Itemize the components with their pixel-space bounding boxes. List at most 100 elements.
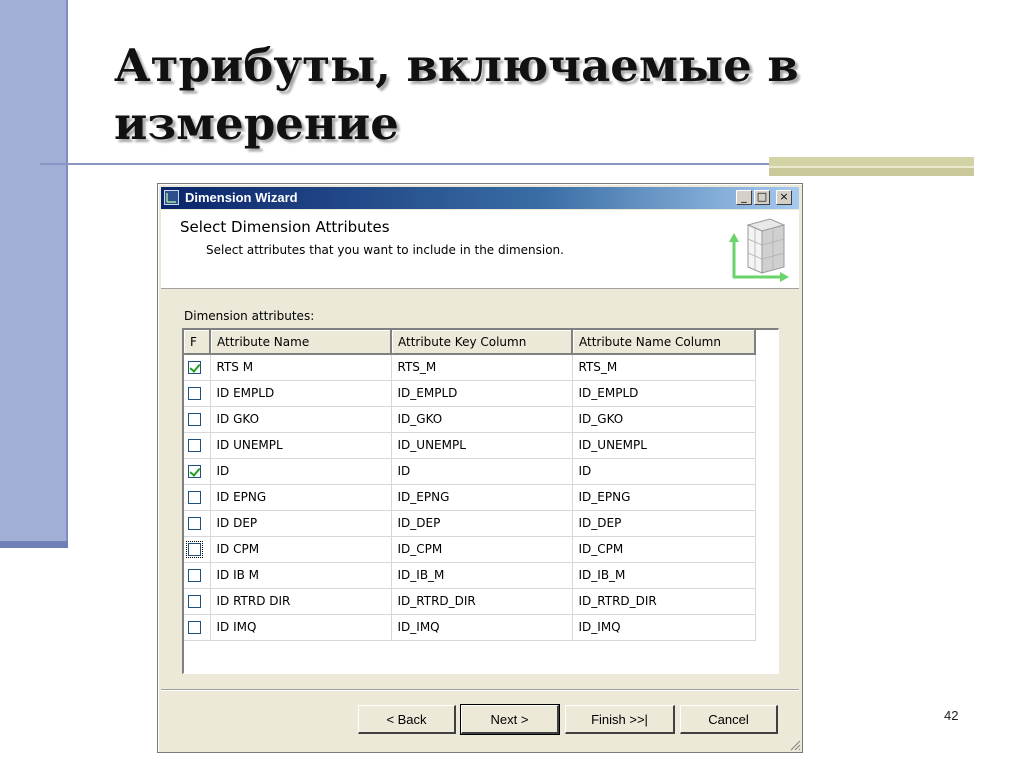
include-checkbox[interactable] [188, 595, 201, 608]
include-cell [184, 536, 211, 563]
cancel-button[interactable]: Cancel [680, 705, 778, 734]
button-separator [161, 689, 799, 691]
attribute-name-column-cell[interactable]: ID_DEP [572, 510, 756, 537]
attribute-name-column-cell[interactable]: ID_EPNG [572, 484, 756, 511]
include-checkbox[interactable] [188, 491, 201, 504]
include-cell [184, 380, 211, 407]
grid-header-row: F Attribute Name Attribute Key Column At… [184, 330, 756, 355]
table-row[interactable]: ID RTRD DIR ID_RTRD_DIR ID_RTRD_DIR [184, 588, 756, 615]
include-cell [184, 484, 211, 511]
title-bar[interactable]: Dimension Wizard _ □ × [161, 187, 799, 209]
close-button[interactable]: × [776, 190, 792, 205]
attribute-name-cell[interactable]: ID GKO [210, 406, 392, 433]
attribute-name-cell[interactable]: ID IB M [210, 562, 392, 589]
attribute-key-column-cell[interactable]: ID_UNEMPL [391, 432, 573, 459]
slide-title-line-2: измерение [114, 97, 399, 150]
attribute-name-column-cell[interactable]: ID_CPM [572, 536, 756, 563]
include-cell [184, 588, 211, 615]
table-row[interactable]: ID EMPLD ID_EMPLD ID_EMPLD [184, 380, 756, 407]
attribute-key-column-cell[interactable]: ID_CPM [391, 536, 573, 563]
attribute-name-cell[interactable]: ID DEP [210, 510, 392, 537]
attribute-key-column-cell[interactable]: ID_GKO [391, 406, 573, 433]
attribute-key-column-cell[interactable]: ID_EMPLD [391, 380, 573, 407]
wizard-step-title: Select Dimension Attributes [180, 218, 390, 236]
table-row[interactable]: RTS M RTS_M RTS_M [184, 354, 756, 381]
attribute-name-cell[interactable]: ID [210, 458, 392, 485]
grid-body: RTS M RTS_M RTS_M ID EMPLD ID_EMPLD ID_EMPLD I… [184, 354, 756, 641]
include-checkbox[interactable] [188, 439, 201, 452]
include-checkbox[interactable] [188, 361, 201, 375]
attribute-name-cell[interactable]: ID CPM [210, 536, 392, 563]
include-checkbox[interactable] [188, 413, 201, 426]
include-cell [184, 562, 211, 589]
attribute-name-column-column-header[interactable]: Attribute Name Column [572, 330, 756, 355]
maximize-button[interactable]: □ [754, 190, 770, 205]
include-checkbox[interactable] [188, 465, 201, 478]
attribute-key-column-cell[interactable]: ID_RTRD_DIR [391, 588, 573, 615]
wizard-app-icon [164, 190, 179, 205]
attribute-name-column-cell[interactable]: RTS_M [572, 354, 756, 381]
include-cell [184, 432, 211, 459]
attribute-name-cell[interactable]: ID EMPLD [210, 380, 392, 407]
attribute-key-column-cell[interactable]: ID_DEP [391, 510, 573, 537]
attribute-key-column-cell[interactable]: ID_EPNG [391, 484, 573, 511]
include-checkbox[interactable] [186, 541, 203, 558]
table-row[interactable]: ID IMQ ID_IMQ ID_IMQ [184, 614, 756, 641]
attribute-key-column-cell[interactable]: RTS_M [391, 354, 573, 381]
include-checkbox[interactable] [188, 569, 201, 582]
table-row[interactable]: ID CPM ID_CPM ID_CPM [184, 536, 756, 563]
accent-bar [769, 157, 974, 176]
attribute-name-cell[interactable]: ID RTRD DIR [210, 588, 392, 615]
attribute-key-column-cell[interactable]: ID [391, 458, 573, 485]
dimension-wizard-window: Dimension Wizard _ □ × Select Dimension … [157, 183, 803, 753]
table-row[interactable]: ID ID ID [184, 458, 756, 485]
attribute-key-column-header[interactable]: Attribute Key Column [391, 330, 573, 355]
slide-title: Атрибуты, включаемые в измерение [114, 37, 874, 153]
include-checkbox[interactable] [188, 387, 201, 400]
attribute-name-cell[interactable]: RTS M [210, 354, 392, 381]
finish-button[interactable]: Finish >>| [565, 705, 675, 734]
slide-left-bar-shadow [0, 541, 68, 548]
include-cell [184, 614, 211, 641]
table-row[interactable]: ID GKO ID_GKO ID_GKO [184, 406, 756, 433]
attributes-table: F Attribute Name Attribute Key Column At… [184, 330, 756, 641]
attribute-name-column-cell[interactable]: ID_IB_M [572, 562, 756, 589]
include-cell [184, 354, 211, 381]
include-checkbox[interactable] [188, 517, 201, 530]
include-checkbox[interactable] [188, 621, 201, 634]
title-underline [40, 163, 805, 165]
wizard-header-panel: Select Dimension Attributes Select attri… [161, 210, 799, 289]
window-title: Dimension Wizard [185, 190, 298, 205]
attribute-name-cell[interactable]: ID UNEMPL [210, 432, 392, 459]
attribute-name-column-cell[interactable]: ID_GKO [572, 406, 756, 433]
slide-left-bar [0, 0, 68, 548]
attribute-key-column-cell[interactable]: ID_IMQ [391, 614, 573, 641]
include-cell [184, 510, 211, 537]
include-column-header[interactable]: F [184, 330, 211, 355]
wizard-step-description: Select attributes that you want to inclu… [206, 243, 564, 257]
attribute-name-column-cell[interactable]: ID_UNEMPL [572, 432, 756, 459]
minimize-button[interactable]: _ [736, 190, 752, 205]
table-row[interactable]: ID UNEMPL ID_UNEMPL ID_UNEMPL [184, 432, 756, 459]
attribute-name-column-header[interactable]: Attribute Name [210, 330, 392, 355]
attribute-name-column-cell[interactable]: ID [572, 458, 756, 485]
table-row[interactable]: ID DEP ID_DEP ID_DEP [184, 510, 756, 537]
resize-grip-icon[interactable] [789, 739, 801, 751]
attribute-name-cell[interactable]: ID EPNG [210, 484, 392, 511]
next-button[interactable]: Next > [460, 704, 560, 735]
table-row[interactable]: ID IB M ID_IB_M ID_IB_M [184, 562, 756, 589]
include-cell [184, 406, 211, 433]
attributes-grid: F Attribute Name Attribute Key Column At… [182, 328, 779, 674]
dimension-cube-icon [729, 218, 789, 282]
include-cell [184, 458, 211, 485]
back-button[interactable]: < Back [358, 705, 456, 734]
attribute-name-cell[interactable]: ID IMQ [210, 614, 392, 641]
page-number: 42 [944, 708, 959, 723]
attribute-name-column-cell[interactable]: ID_IMQ [572, 614, 756, 641]
slide-title-line-1: Атрибуты, включаемые в [114, 39, 799, 92]
attribute-key-column-cell[interactable]: ID_IB_M [391, 562, 573, 589]
dimension-attributes-label: Dimension attributes: [184, 309, 315, 323]
table-row[interactable]: ID EPNG ID_EPNG ID_EPNG [184, 484, 756, 511]
attribute-name-column-cell[interactable]: ID_RTRD_DIR [572, 588, 756, 615]
attribute-name-column-cell[interactable]: ID_EMPLD [572, 380, 756, 407]
